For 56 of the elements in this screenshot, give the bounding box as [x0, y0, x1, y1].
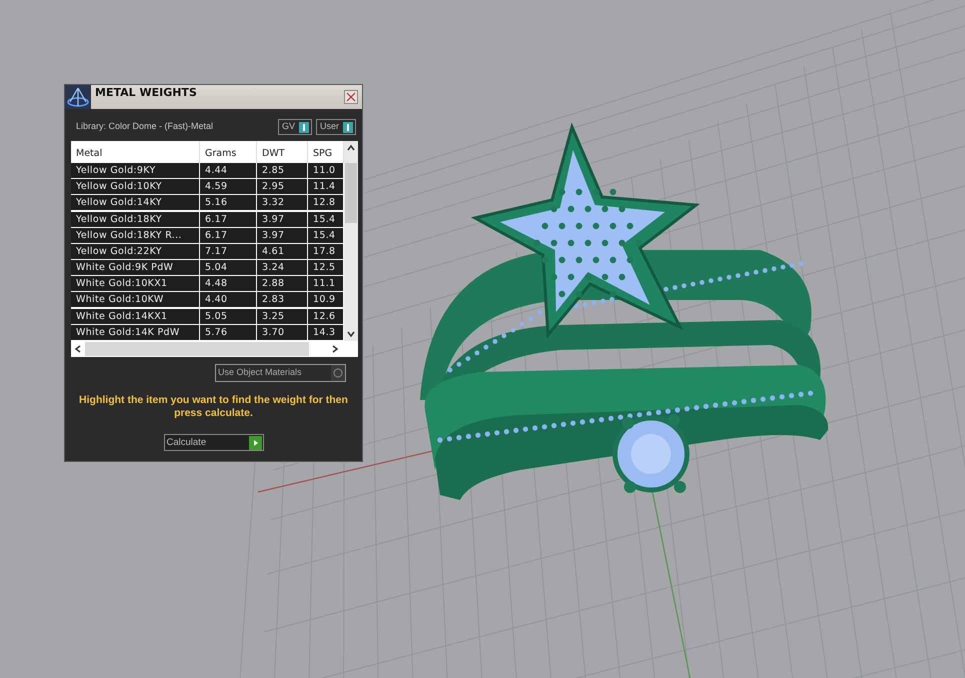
table-cell[interactable]: 10.9 — [308, 292, 344, 308]
table-cell[interactable]: Yellow Gold:9KY — [71, 163, 200, 180]
table-cell[interactable]: 4.40 — [200, 292, 257, 308]
table-cell[interactable]: 3.97 — [257, 228, 308, 244]
table-cell[interactable]: White Gold:14KX1 — [71, 308, 200, 325]
table-cell[interactable]: 11.0 — [308, 163, 344, 180]
toggle-switch[interactable]: GV — [278, 119, 312, 135]
table-cell[interactable]: White Gold:10KW — [71, 292, 200, 308]
table-cell[interactable]: 12.6 — [308, 308, 344, 325]
table-cell[interactable]: Yellow Gold:22KY — [71, 244, 200, 260]
table-cell[interactable]: 4.48 — [200, 276, 257, 292]
table-cell[interactable]: Yellow Gold:10KY — [71, 179, 200, 196]
table-cell[interactable]: 14.3 — [308, 324, 344, 341]
table-cell[interactable]: 3.97 — [257, 212, 308, 228]
table-cell[interactable]: 7.17 — [200, 244, 257, 260]
table-cell[interactable]: 4.44 — [200, 163, 257, 180]
table-cell[interactable]: 3.25 — [257, 308, 308, 325]
library-label: Library: Color Dome - (Fast)-Metal — [76, 120, 214, 134]
table-cell[interactable]: 5.05 — [200, 308, 257, 325]
use-object-materials-checkbox[interactable]: Use Object Materials — [215, 364, 346, 382]
app-logo-icon — [65, 85, 91, 109]
calculate-button[interactable]: Calculate — [164, 434, 264, 452]
table-cell[interactable]: Yellow Gold:18KY — [71, 212, 200, 228]
table-cell[interactable]: 15.4 — [308, 212, 344, 228]
close-button[interactable] — [344, 90, 358, 104]
table-cell[interactable]: 5.04 — [200, 260, 257, 276]
table-cell[interactable]: 12.5 — [308, 260, 344, 276]
table-cell[interactable]: White Gold:9K PdW — [71, 260, 200, 276]
table-cell[interactable]: 3.32 — [257, 195, 308, 212]
table-cell[interactable]: Yellow Gold:18KY R... — [71, 228, 200, 244]
table-cell[interactable]: 2.88 — [257, 276, 308, 292]
table-cell[interactable]: 2.95 — [257, 179, 308, 196]
table-cell[interactable]: 11.1 — [308, 276, 344, 292]
table-cell[interactable]: 4.61 — [257, 244, 308, 260]
table-cell[interactable]: 6.17 — [200, 228, 257, 244]
table-cell[interactable]: 3.70 — [257, 324, 308, 341]
radio-circle-icon — [333, 368, 343, 378]
table-cell[interactable]: White Gold:10KX1 — [71, 276, 200, 292]
table-cell[interactable]: 12.8 — [308, 195, 344, 212]
table-cell[interactable]: 5.76 — [200, 324, 257, 341]
table-cell[interactable]: 2.83 — [257, 292, 308, 308]
play-icon — [248, 436, 262, 450]
toggle-switch[interactable]: User — [316, 119, 356, 135]
instruction-text: Highlight the item you want to find the weight for then press calculate. — [78, 394, 348, 420]
table-cell[interactable]: 6.17 — [200, 212, 257, 228]
table-cell[interactable]: 2.85 — [257, 163, 308, 180]
vertical-scrollbar[interactable] — [344, 141, 358, 341]
table-cell[interactable]: 15.4 — [308, 228, 344, 244]
table-cell[interactable]: Yellow Gold:14KY — [71, 195, 200, 212]
table-cell[interactable]: 11.4 — [308, 179, 344, 196]
table-cell[interactable]: 4.59 — [200, 179, 257, 196]
table-cell[interactable]: White Gold:14K PdW — [71, 324, 200, 341]
table-cell[interactable]: 17.8 — [308, 244, 344, 260]
table-cell[interactable]: 5.16 — [200, 195, 257, 212]
panel-title: METAL WEIGHTS — [95, 85, 198, 98]
table-cell[interactable]: 3.24 — [257, 260, 308, 276]
